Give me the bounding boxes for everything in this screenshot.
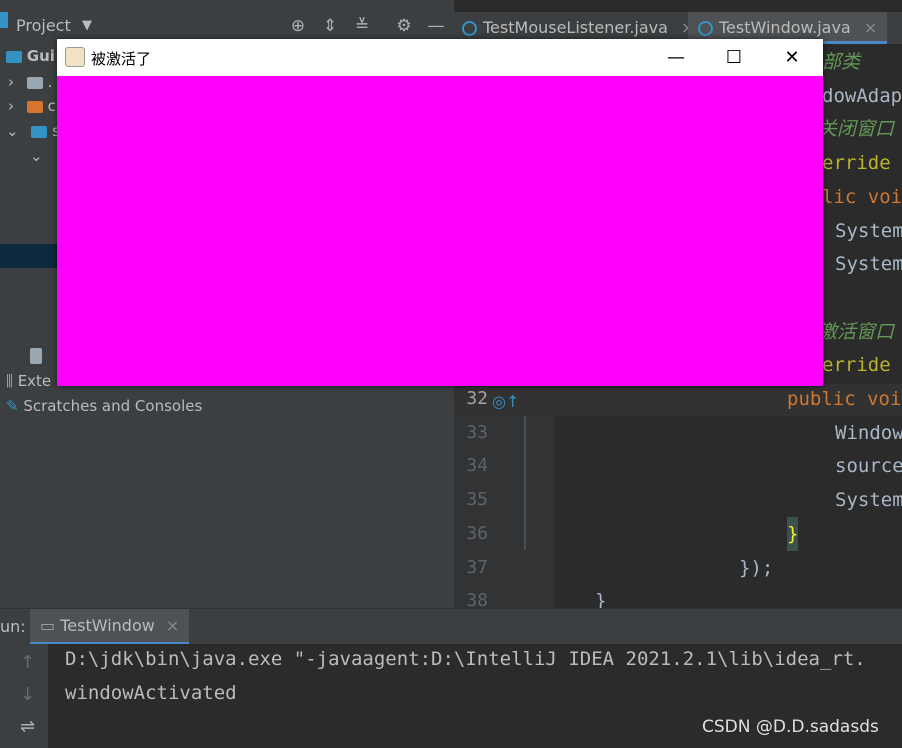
locate-icon[interactable]: ⊕ <box>288 16 308 36</box>
console-line-command: D:\jdk\bin\java.exe "-javaagent:D:\Intel… <box>65 648 866 670</box>
code-line: lic voi <box>822 185 902 208</box>
swing-title-bar[interactable]: 被激活了 — ☐ ✕ <box>57 39 823 76</box>
down-arrow-icon[interactable]: ↓ <box>20 684 35 705</box>
class-icon <box>698 21 713 36</box>
java-icon <box>65 47 85 67</box>
tree-item-scratches[interactable]: ✎ Scratches and Consoles <box>6 394 202 418</box>
watermark: CSDN @D.D.sadasds <box>702 717 879 737</box>
code-line: dowAdap <box>822 84 902 107</box>
tree-item-src[interactable]: ⌄ s <box>6 119 60 143</box>
window-icon: ▭ <box>40 616 56 635</box>
code-line: Window <box>835 421 902 444</box>
code-line: public voi <box>787 388 902 410</box>
gear-icon[interactable]: ⚙ <box>394 16 414 36</box>
code-line: 激活窗口 <box>818 320 895 343</box>
tree-item-selected[interactable] <box>0 244 60 268</box>
tree-item-file[interactable] <box>30 343 42 367</box>
tree-item-package[interactable]: ⌄ <box>30 144 43 168</box>
scratches-icon: ✎ <box>6 397 19 415</box>
swing-window[interactable]: 被激活了 — ☐ ✕ <box>57 39 823 386</box>
code-line: System <box>835 219 902 242</box>
code-line: }); <box>739 556 774 579</box>
chevron-right-icon: › <box>8 97 14 115</box>
chevron-down-icon[interactable]: ▼ <box>82 18 92 33</box>
hide-icon[interactable]: — <box>426 16 446 36</box>
file-icon <box>30 347 42 364</box>
code-line: source <box>835 455 902 478</box>
code-line: erride <box>822 354 891 377</box>
swing-title: 被激活了 <box>91 50 152 68</box>
project-title[interactable]: Project <box>16 16 71 35</box>
run-tab[interactable]: ▭ TestWindow × <box>30 609 190 645</box>
chevron-right-icon: › <box>8 73 14 91</box>
collapse-all-icon[interactable]: ≚ <box>352 16 372 36</box>
expand-all-icon[interactable]: ⇕ <box>320 16 340 36</box>
tree-item-idea[interactable]: › . <box>8 70 52 94</box>
override-icon[interactable]: ◎↑ <box>492 392 519 411</box>
up-arrow-icon[interactable]: ↑ <box>20 652 35 673</box>
chevron-down-icon: ⌄ <box>30 147 43 165</box>
class-icon <box>462 21 477 36</box>
soft-wrap-icon[interactable]: ⇌ <box>20 716 35 737</box>
library-icon: ⫼ <box>6 372 13 390</box>
close-button[interactable]: ✕ <box>763 39 821 76</box>
folder-icon <box>6 50 22 63</box>
chevron-down-icon: ⌄ <box>6 122 19 140</box>
code-line: 关闭窗口 <box>818 118 895 141</box>
code-line: System <box>835 253 902 276</box>
folder-icon <box>26 76 43 89</box>
close-icon[interactable]: × <box>166 616 179 635</box>
folder-icon <box>26 100 43 113</box>
folder-icon <box>31 125 48 138</box>
code-line: erride <box>822 152 891 175</box>
console-toolbar: ↑ ↓ ⇌ <box>0 644 48 748</box>
line-number: 35 <box>466 489 488 511</box>
line-number: 33 <box>466 421 488 443</box>
run-label: un: <box>0 617 26 636</box>
line-number: 34 <box>466 455 488 477</box>
maximize-button[interactable]: ☐ <box>705 39 763 76</box>
run-panel-header: un: ▭ TestWindow × <box>0 608 902 645</box>
tree-item-root[interactable]: Gui <box>6 44 55 68</box>
project-icon <box>0 12 8 28</box>
close-icon[interactable]: × <box>864 18 877 37</box>
swing-content-area[interactable] <box>57 76 823 386</box>
code-line: System <box>835 489 902 512</box>
code-line: 部类 <box>822 51 861 73</box>
line-number: 32 <box>466 388 488 409</box>
code-line: } <box>787 516 799 551</box>
line-number: 37 <box>466 556 488 578</box>
tree-item-external-libraries[interactable]: ⫼ Exte <box>6 369 51 393</box>
minimize-button[interactable]: — <box>647 39 705 76</box>
tree-item-out[interactable]: › c <box>8 94 56 118</box>
console-line-output: windowActivated <box>65 682 237 704</box>
line-number: 36 <box>466 522 488 544</box>
